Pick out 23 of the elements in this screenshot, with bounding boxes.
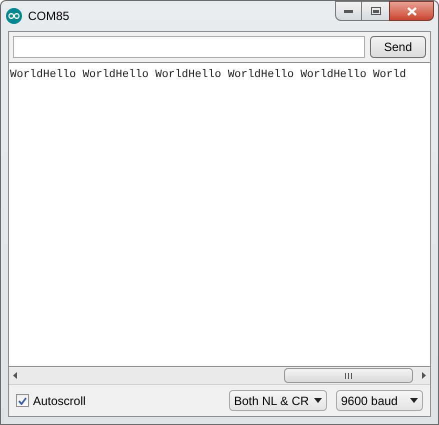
infinity-logo-icon	[6, 8, 22, 24]
window-title: COM85	[28, 8, 70, 25]
check-icon	[18, 396, 27, 404]
close-icon	[406, 6, 416, 16]
minimize-icon	[344, 10, 353, 12]
close-button[interactable]	[389, 1, 434, 21]
caret-icon	[410, 398, 418, 403]
dropdown[interactable]: 9600 baud	[336, 390, 423, 411]
send-button[interactable]: Send	[370, 36, 426, 58]
maximize-button[interactable]	[362, 1, 389, 21]
scroll-left-icon	[13, 372, 17, 379]
grip-icon	[345, 372, 352, 378]
maximize-icon	[370, 7, 380, 15]
autoscroll-label: Autoscroll	[33, 392, 86, 410]
dropdown[interactable]: Both NL & CR	[229, 390, 327, 411]
output-text: WorldHello WorldHello WorldHello WorldHello WorldHello World	[10, 68, 406, 83]
minimize-button[interactable]	[335, 1, 362, 21]
scrollbar-thumb[interactable]	[284, 368, 413, 383]
horizontal-scrollbar[interactable]	[9, 367, 430, 384]
caret-icon	[314, 398, 322, 403]
autoscroll-checkbox[interactable]	[16, 394, 29, 407]
scroll-right-icon	[422, 372, 426, 379]
message-input-field[interactable]	[13, 36, 365, 58]
